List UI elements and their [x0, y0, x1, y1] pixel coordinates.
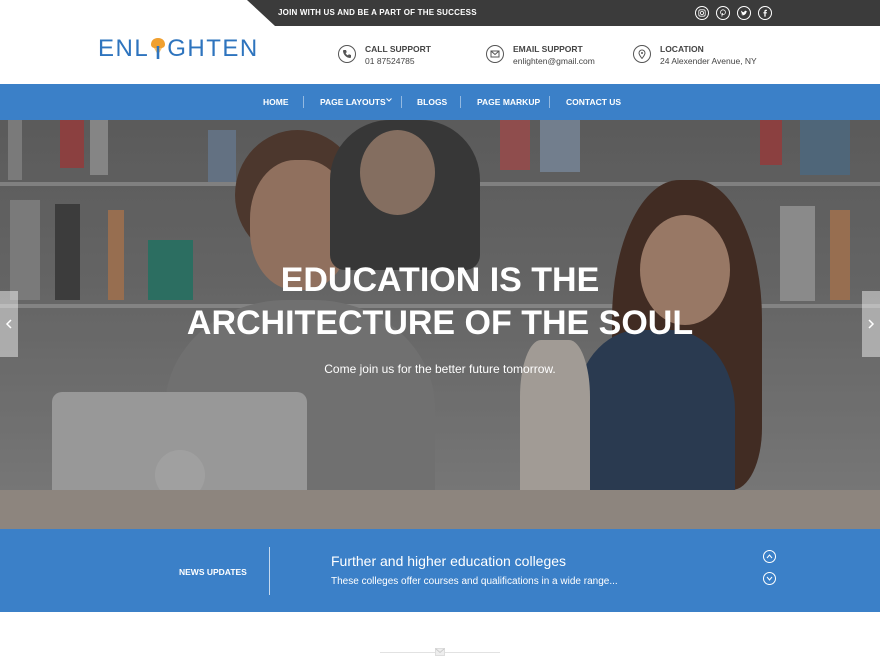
news-prev-button[interactable]: [763, 550, 776, 563]
pinterest-icon[interactable]: [716, 6, 730, 20]
nav-item-label: PAGE LAYOUTS: [320, 97, 386, 107]
nav-item-page-layouts[interactable]: PAGE LAYOUTS: [320, 84, 386, 120]
nav-item-blogs[interactable]: BLOGS: [417, 84, 447, 120]
logo-text-right: GHTEN: [167, 35, 259, 62]
envelope-icon: [435, 648, 445, 656]
hero-subtitle: Come join us for the better future tomor…: [324, 362, 556, 376]
chevron-down-icon: [386, 98, 392, 102]
news-next-button[interactable]: [763, 572, 776, 585]
hero-title-line-2: ARCHITECTURE OF THE SOUL: [186, 304, 694, 342]
instagram-icon[interactable]: [695, 6, 709, 20]
news-item-title[interactable]: Further and higher education colleges: [331, 553, 566, 569]
chevron-left-icon: [5, 319, 12, 329]
top-bar: JOIN WITH US AND BE A PART OF THE SUCCES…: [0, 0, 880, 26]
slider-prev-button[interactable]: [0, 291, 18, 357]
main-navigation: HOME PAGE LAYOUTS BLOGS PAGE MARKUP CONT…: [0, 84, 880, 120]
call-support-title: CALL SUPPORT: [365, 44, 431, 54]
chevron-up-icon: [766, 554, 773, 559]
news-item-description: These colleges offer courses and qualifi…: [331, 576, 618, 587]
news-updates-label: NEWS UPDATES: [179, 567, 247, 577]
hero-slider: EDUCATION IS THE ARCHITECTURE OF THE SOU…: [0, 120, 880, 529]
top-bar-tagline: JOIN WITH US AND BE A PART OF THE SUCCES…: [278, 8, 477, 17]
nav-item-page-markup[interactable]: PAGE MARKUP: [477, 84, 540, 120]
site-logo[interactable]: ENL GHTEN: [98, 34, 259, 64]
hero-title-line-1: EDUCATION IS THE: [280, 261, 600, 299]
email-support-address[interactable]: enlighten@gmail.com: [513, 56, 595, 66]
nav-separator: [401, 96, 402, 108]
nav-item-home[interactable]: HOME: [263, 84, 289, 120]
phone-icon: [338, 45, 356, 63]
nav-separator: [549, 96, 550, 108]
logo-text-left: ENL: [98, 35, 150, 62]
chevron-down-icon: [766, 576, 773, 581]
location-address: 24 Alexender Avenue, NY: [660, 56, 757, 66]
twitter-icon[interactable]: [737, 6, 751, 20]
chevron-right-icon: [868, 319, 875, 329]
location-pin-icon: [633, 45, 651, 63]
slider-next-button[interactable]: [862, 291, 880, 357]
email-support-title: EMAIL SUPPORT: [513, 44, 583, 54]
news-updates-bar: NEWS UPDATES Further and higher educatio…: [0, 529, 880, 612]
facebook-icon[interactable]: [758, 6, 772, 20]
nav-separator: [303, 96, 304, 108]
hero-title: EDUCATION IS THE ARCHITECTURE OF THE SOU…: [0, 259, 880, 345]
nav-separator: [460, 96, 461, 108]
call-support-number: 01 87524785: [365, 56, 415, 66]
lightbulb-icon: [150, 34, 166, 64]
nav-item-contact-us[interactable]: CONTACT US: [566, 84, 621, 120]
location-title: LOCATION: [660, 44, 704, 54]
news-divider: [269, 547, 270, 595]
email-icon: [486, 45, 504, 63]
